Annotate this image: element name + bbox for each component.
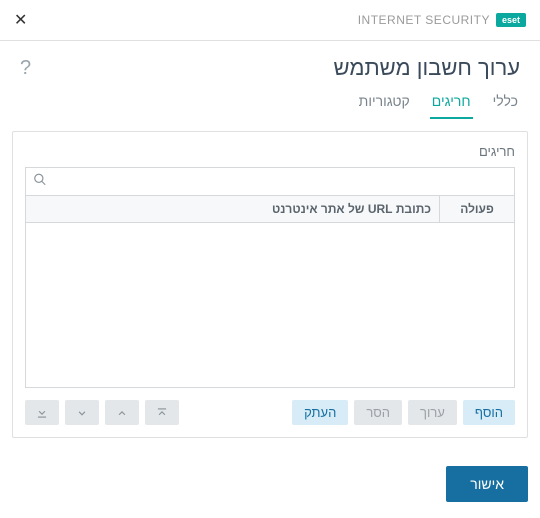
add-button[interactable]: הוסף <box>463 400 515 425</box>
tab-exceptions[interactable]: חריגים <box>430 87 473 119</box>
dialog-title: ערוך חשבון משתמש <box>334 55 521 81</box>
brand: eset INTERNET SECURITY <box>358 13 526 27</box>
move-down-button[interactable] <box>65 400 99 425</box>
tab-categories[interactable]: קטגוריות <box>357 87 412 119</box>
ok-button[interactable]: אישור <box>446 466 528 502</box>
remove-button[interactable]: הסר <box>354 400 402 425</box>
col-url: כתובת URL של אתר אינטרנט <box>26 196 439 222</box>
footer: אישור <box>0 450 540 518</box>
exceptions-panel: חריגים פעולה כתובת URL של אתר אינטרנט הו… <box>12 131 528 438</box>
section-heading: חריגים <box>25 144 515 159</box>
brand-product: INTERNET SECURITY <box>358 13 490 27</box>
move-up-button[interactable] <box>105 400 139 425</box>
button-row: הוסף ערוך הסר העתק <box>25 400 515 425</box>
close-icon[interactable]: ✕ <box>14 10 27 30</box>
brand-logo: eset <box>496 13 526 27</box>
search-row <box>25 167 515 195</box>
edit-button[interactable]: ערוך <box>408 400 457 425</box>
table-body <box>25 223 515 388</box>
tabs: כללי חריגים קטגוריות <box>0 87 540 119</box>
tab-general[interactable]: כללי <box>491 87 520 119</box>
col-action: פעולה <box>439 196 514 222</box>
search-input[interactable] <box>25 167 515 195</box>
copy-button[interactable]: העתק <box>292 400 348 425</box>
table-header: פעולה כתובת URL של אתר אינטרנט <box>25 195 515 223</box>
move-bottom-button[interactable] <box>25 400 59 425</box>
help-icon[interactable]: ? <box>20 57 31 80</box>
move-top-button[interactable] <box>145 400 179 425</box>
